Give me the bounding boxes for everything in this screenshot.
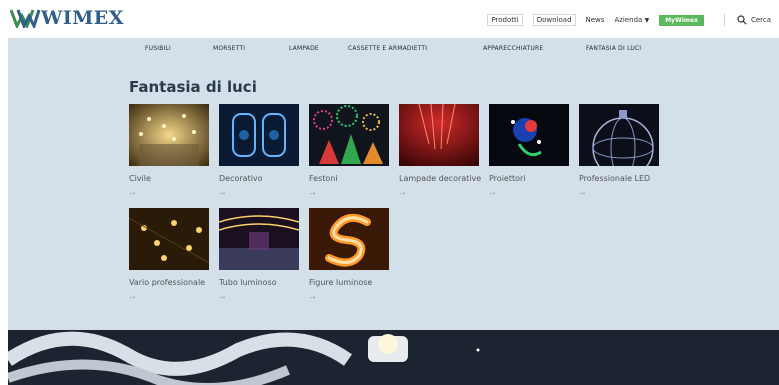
product-card-professionale-led[interactable]: Professionale LED → [579,104,659,198]
product-image-festoni [309,104,389,166]
arrow-right-icon: → [579,189,586,198]
product-image-tubo-luminoso [219,208,299,270]
product-label: Figure luminose [309,278,373,287]
nav-news[interactable]: News [586,16,605,24]
category-morsetti[interactable]: MORSETTI [213,45,245,52]
logo-mark-icon [10,9,40,28]
arrow-right-icon: → [129,189,136,198]
category-fantasia[interactable]: FANTASIA DI LUCI [586,45,641,52]
product-label: Vario professionale [129,278,206,287]
top-navigation: Prodotti Download News Azienda ▼ MyWimex… [487,12,779,28]
category-lampade[interactable]: LAMPADE [289,45,319,52]
mywimex-button[interactable]: MyWimex [659,14,704,26]
category-fusibili[interactable]: FUSIBILI [145,45,171,52]
arrow-right-icon: → [489,189,496,198]
nav-products[interactable]: Prodotti [487,14,523,26]
product-label: Tubo luminoso [219,278,277,287]
section-title: Fantasia di luci [129,78,257,96]
arrow-right-icon: → [129,293,136,302]
product-image-vario-professionale [129,208,209,270]
logo-text: WIMEX [41,7,124,29]
product-image-proiettori [489,104,569,166]
nav-download[interactable]: Download [532,14,576,26]
product-card-tubo-luminoso[interactable]: Tubo luminoso → [219,208,299,302]
wimex-logo[interactable]: WIMEX [10,8,124,28]
product-card-lampade-decorative[interactable]: Lampade decorative → [399,104,482,198]
nav-divider [723,14,725,26]
arrow-right-icon: → [399,189,406,198]
category-cassette[interactable]: CASSETTE E ARMADIETTI [348,45,427,52]
product-card-festoni[interactable]: Festoni → [309,104,389,198]
chevron-down-icon: ▼ [644,17,650,24]
arrow-right-icon: → [219,293,226,302]
site-header: WIMEX Prodotti Download News Azienda ▼ M… [0,0,779,38]
product-image-decorativo [219,104,299,166]
nav-company[interactable]: Azienda ▼ [614,16,649,24]
nav-company-label: Azienda [614,16,643,24]
product-image-civile [129,104,209,166]
product-card-vario-professionale[interactable]: Vario professionale → [129,208,209,302]
product-label: Professionale LED [579,174,651,183]
arrow-right-icon: → [309,189,316,198]
product-label: Festoni [309,174,338,183]
search-button[interactable]: Cerca [737,15,771,25]
product-image-lampade-decorative [399,104,479,166]
product-label: Decorativo [219,174,263,183]
product-card-figure-luminose[interactable]: Figure luminose → [309,208,389,302]
hero-image-strip [8,330,779,385]
search-label: Cerca [750,16,771,24]
arrow-right-icon: → [309,293,316,302]
product-label: Proiettori [489,174,526,183]
category-apparecchiature[interactable]: APPARECCHIATURE [483,45,543,52]
product-label: Lampade decorative [399,174,482,183]
search-icon [737,15,747,25]
product-image-figure-luminose [309,208,389,270]
hero-cable-image [8,330,779,385]
arrow-right-icon: → [219,189,226,198]
product-image-professionale-led [579,104,659,166]
product-card-decorativo[interactable]: Decorativo → [219,104,299,198]
product-card-civile[interactable]: Civile → [129,104,209,198]
product-label: Civile [129,174,151,183]
category-nav: FUSIBILI MORSETTI LAMPADE CASSETTE E ARM… [8,38,779,60]
catalog-panel: FUSIBILI MORSETTI LAMPADE CASSETTE E ARM… [8,38,779,330]
product-card-proiettori[interactable]: Proiettori → [489,104,569,198]
